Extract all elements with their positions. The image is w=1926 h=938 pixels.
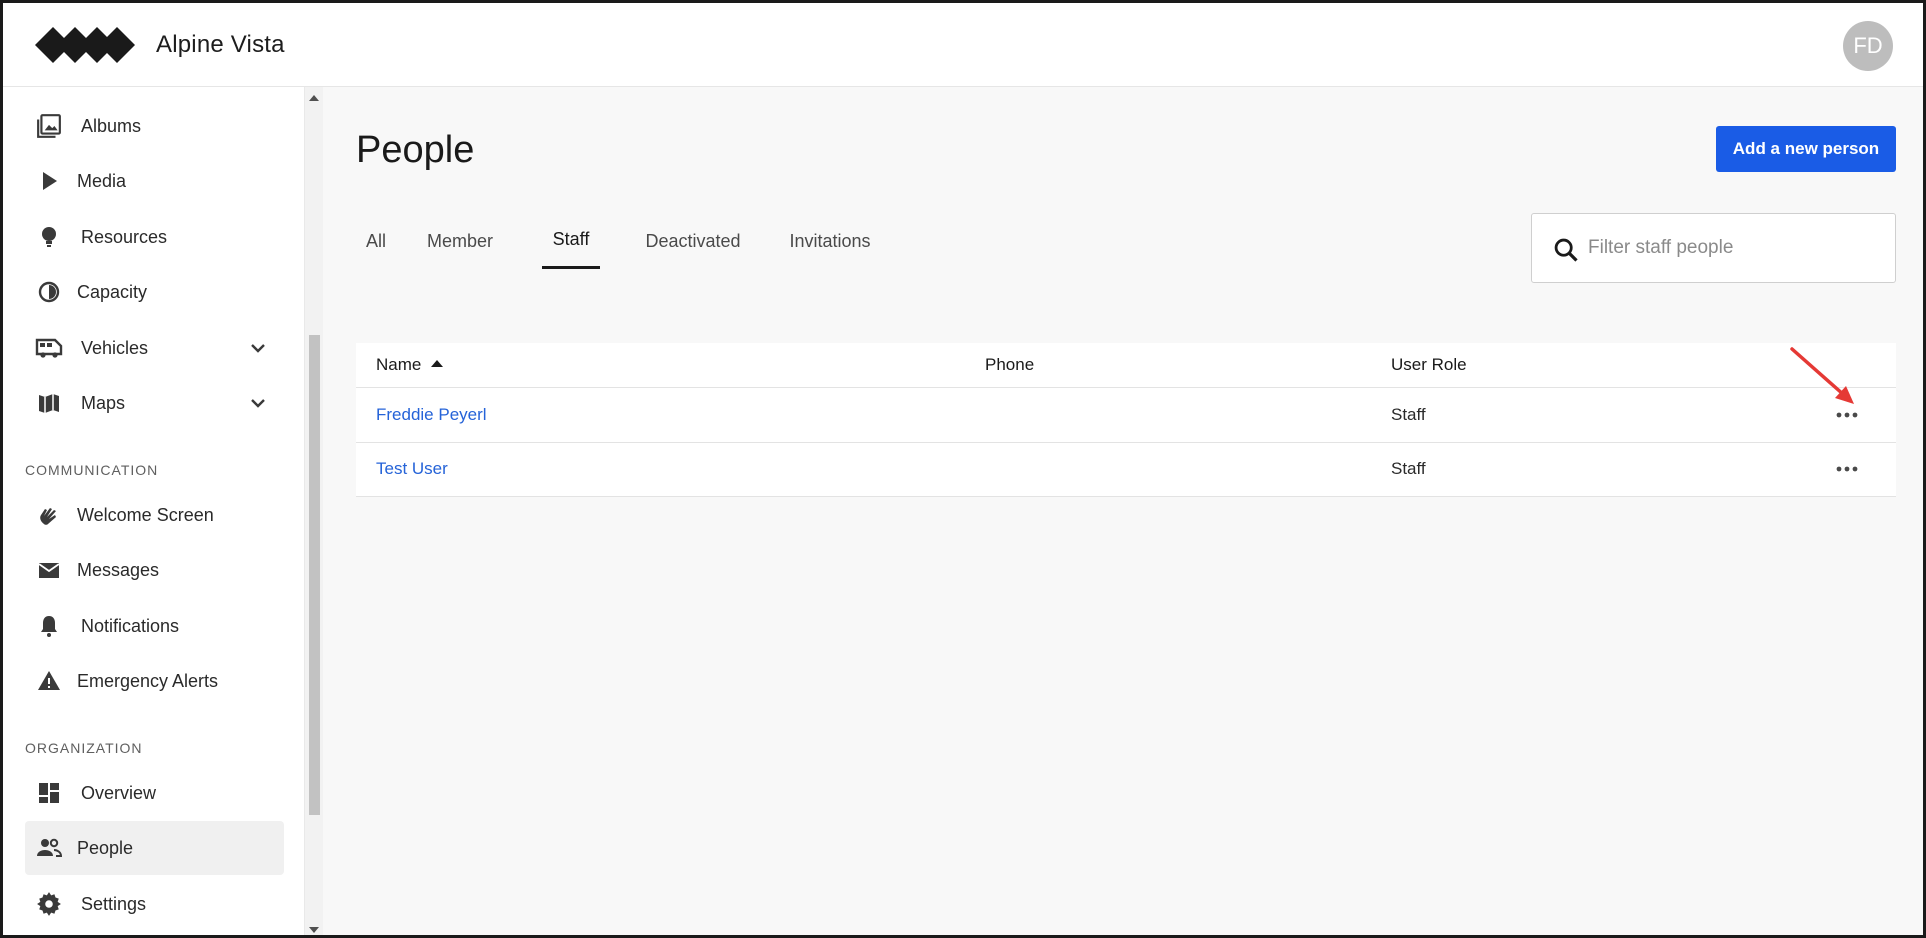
search-input[interactable]	[1588, 228, 1878, 268]
warning-icon	[35, 667, 63, 695]
sidebar-item-capacity[interactable]: Capacity	[25, 265, 284, 319]
sidebar-item-vehicles[interactable]: Vehicles	[25, 321, 284, 375]
sidebar-item-label: Resources	[81, 226, 168, 247]
sidebar-scrollbar[interactable]	[304, 87, 323, 935]
scroll-down-arrow-icon[interactable]	[309, 927, 319, 933]
sidebar-item-label: Messages	[77, 559, 160, 580]
tab-member[interactable]: Member	[420, 213, 500, 269]
person-name-link[interactable]: Test User	[376, 459, 448, 479]
table-row: Freddie Peyerl Staff	[356, 389, 1896, 443]
sidebar-item-notifications[interactable]: Notifications	[25, 599, 284, 653]
scroll-thumb[interactable]	[309, 335, 320, 815]
add-person-button[interactable]: Add a new person	[1716, 126, 1896, 172]
search-box[interactable]	[1531, 213, 1896, 283]
sidebar-item-label: Vehicles	[81, 337, 149, 358]
sidebar-item-messages[interactable]: Messages	[25, 543, 284, 597]
sidebar-item-settings[interactable]: Settings	[25, 877, 284, 931]
dashboard-icon	[35, 779, 63, 807]
sidebar-item-label: Notifications	[81, 615, 180, 636]
person-role: Staff	[1391, 459, 1426, 478]
tab-all[interactable]: All	[356, 213, 396, 269]
sidebar: Albums Media Resources Capacity Vehicles	[3, 87, 323, 935]
column-header-name[interactable]: Name	[376, 355, 444, 375]
tab-staff[interactable]: Staff	[542, 213, 600, 269]
sidebar-item-maps[interactable]: Maps	[25, 376, 284, 430]
annotation-arrow-icon	[1790, 347, 1854, 404]
sidebar-item-label: Emergency Alerts	[77, 670, 219, 691]
brand-name: Alpine Vista	[156, 31, 285, 58]
column-header-phone[interactable]: Phone	[985, 355, 1034, 375]
map-icon	[35, 389, 63, 417]
tab-invitations[interactable]: Invitations	[778, 213, 882, 269]
more-options-icon[interactable]	[1834, 459, 1860, 479]
sidebar-item-label: Capacity	[77, 281, 148, 302]
sidebar-item-label: Welcome Screen	[77, 504, 214, 525]
app-window: Alpine Vista FD Albums Media Resources C…	[0, 0, 1926, 938]
sidebar-item-welcome-screen[interactable]: Welcome Screen	[25, 488, 284, 542]
person-name-link[interactable]: Freddie Peyerl	[376, 405, 487, 425]
brand-logo-icon[interactable]	[35, 27, 135, 63]
sidebar-item-albums[interactable]: Albums	[25, 99, 284, 153]
gear-icon	[35, 890, 63, 918]
sidebar-item-media[interactable]: Media	[25, 154, 284, 208]
section-label-communication: COMMUNICATION	[25, 462, 159, 478]
sidebar-item-people[interactable]: People	[25, 821, 284, 875]
sort-ascending-icon[interactable]	[431, 360, 444, 367]
user-avatar[interactable]: FD	[1843, 21, 1893, 71]
bus-icon	[35, 334, 63, 362]
sidebar-item-label: People	[77, 837, 134, 858]
sidebar-item-label: Media	[77, 170, 127, 191]
table-header: Name Phone User Role	[356, 343, 1896, 388]
chevron-down-icon[interactable]	[246, 391, 270, 415]
sidebar-item-label: Maps	[81, 392, 126, 413]
sidebar-item-overview[interactable]: Overview	[25, 766, 284, 820]
page-title: People	[356, 129, 475, 171]
section-label-organization: ORGANIZATION	[25, 740, 143, 756]
main-content: People Add a new person All Member Staff…	[324, 87, 1923, 935]
scroll-up-arrow-icon[interactable]	[309, 95, 319, 101]
people-table: Name Phone User Role Freddie Peyerl Staf…	[356, 343, 1896, 497]
sidebar-item-resources[interactable]: Resources	[25, 210, 284, 264]
search-icon	[1554, 238, 1578, 262]
person-role: Staff	[1391, 405, 1426, 424]
gauge-icon	[35, 278, 63, 306]
sidebar-item-emergency-alerts[interactable]: Emergency Alerts	[25, 654, 284, 708]
column-header-user-role[interactable]: User Role	[1391, 355, 1467, 375]
album-icon	[35, 112, 63, 140]
sidebar-item-label: Settings	[81, 893, 147, 914]
bell-icon	[35, 612, 63, 640]
table-row: Test User Staff	[356, 443, 1896, 497]
sidebar-item-label: Albums	[81, 115, 142, 136]
top-bar: Alpine Vista FD	[3, 3, 1923, 87]
wave-hand-icon	[35, 501, 63, 529]
lightbulb-icon	[35, 223, 63, 251]
people-icon	[35, 834, 63, 862]
column-header-label: Name	[376, 355, 422, 374]
sidebar-item-label: Overview	[81, 782, 157, 803]
chevron-down-icon[interactable]	[246, 336, 270, 360]
tab-deactivated[interactable]: Deactivated	[639, 213, 747, 269]
mail-icon	[35, 556, 63, 584]
play-icon	[35, 167, 63, 195]
